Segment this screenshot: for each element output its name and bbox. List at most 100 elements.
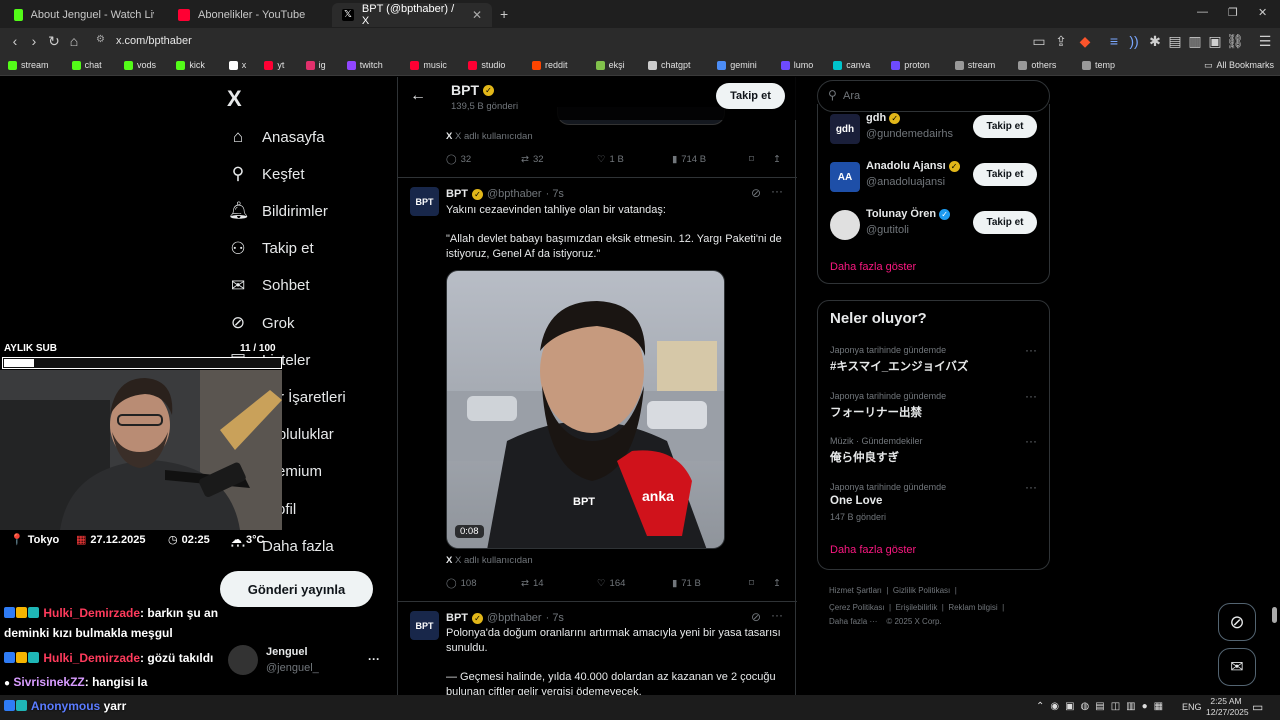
tweet-handle[interactable]: @bpthaber — [487, 188, 542, 200]
bookmark-item[interactable]: ekşi — [595, 58, 625, 72]
bookmark-item[interactable]: chat — [71, 58, 102, 72]
grok-fab[interactable]: ⊘ — [1218, 603, 1256, 641]
close-window-button[interactable]: ✕ — [1258, 6, 1267, 19]
accessibility-link[interactable]: Erişilebilirlik — [896, 603, 938, 612]
bookmark-item[interactable]: yt — [264, 58, 284, 72]
bookmark-item[interactable]: proton — [891, 58, 930, 72]
reload-icon[interactable]: ↻ — [45, 32, 63, 50]
account-name-row[interactable]: gdh ✓ — [866, 112, 901, 124]
nav-item-ke-fet[interactable]: ⚲ Keşfet — [228, 164, 305, 184]
scrollbar-thumb[interactable] — [1272, 607, 1277, 623]
trends-show-more[interactable]: Daha fazla göster — [830, 544, 916, 556]
bookmark-item[interactable]: chatgpt — [648, 58, 691, 72]
clock[interactable]: 2:25 AM 12/27/2025 — [1206, 696, 1249, 717]
trend-more-icon[interactable]: ··· — [1025, 389, 1037, 403]
sidebar-toggle-icon[interactable]: ▤ — [1166, 32, 1184, 50]
privacy-link[interactable]: Gizlilik Politikası — [893, 586, 950, 595]
reply-button[interactable]: ◯ 108 — [446, 578, 477, 589]
tweet-avatar[interactable]: BPT — [410, 187, 439, 216]
bookmark-item[interactable]: stream — [8, 58, 49, 72]
account-handle[interactable]: @anadoluajansi — [866, 176, 945, 188]
post-button[interactable]: Gönderi yayınla — [220, 571, 373, 607]
nav-item-grok[interactable]: ⊘ Grok — [228, 313, 295, 333]
avatar[interactable]: AA — [830, 162, 860, 192]
ads-info-link[interactable]: Reklam bilgisi — [948, 603, 997, 612]
reply-button[interactable]: ◯ 32 — [446, 154, 471, 165]
trend-title[interactable]: #キスマイ_エンジョイバズ — [830, 358, 968, 374]
trend-title[interactable]: フォーリナー出禁 — [830, 404, 922, 420]
address-bar[interactable]: ⚙ x.com/bpthaber — [90, 31, 1100, 51]
nav-item-bildirimler[interactable]: 🔔︎ Bildirimler — [228, 201, 328, 221]
nav-item-sohbet[interactable]: ✉ Sohbet — [228, 276, 310, 296]
follow-button[interactable]: Takip et — [716, 83, 785, 109]
cookie-link[interactable]: Çerez Politikası — [829, 603, 885, 612]
tweet-author[interactable]: BPT — [446, 188, 468, 200]
views-button[interactable]: ▮ 714 B — [672, 154, 706, 165]
tweet-more-icon[interactable]: ··· — [771, 184, 783, 198]
link-icon[interactable]: ⛓ — [1226, 32, 1244, 50]
account-handle[interactable]: @gutitoli — [866, 224, 909, 236]
back-icon[interactable]: ‹ — [6, 32, 24, 50]
new-tab-button[interactable]: + — [500, 6, 508, 22]
brave-shield-icon[interactable]: ◆ — [1076, 32, 1094, 50]
bookmark-item[interactable]: stream — [954, 58, 995, 72]
repost-button[interactable]: ⇄ 32 — [521, 154, 544, 165]
account-name-row[interactable]: Tolunay Ören ✓ — [866, 208, 951, 220]
more-link[interactable]: Daha fazla ··· — [829, 617, 877, 626]
tab-kick[interactable]: About Jenguel - Watch Live on Kick — [4, 3, 164, 27]
tweet-avatar[interactable]: BPT — [410, 611, 439, 640]
tab-x[interactable]: 𝕏 BPT (@bpthaber) / X ✕ — [332, 3, 492, 27]
avatar[interactable] — [228, 645, 258, 675]
bookmark-item[interactable]: temp — [1082, 58, 1115, 72]
minimize-button[interactable]: — — [1197, 6, 1208, 18]
tweet-time[interactable]: · 7s — [546, 188, 564, 200]
nav-item-anasayfa[interactable]: ⌂ Anasayfa — [228, 127, 325, 147]
bookmark-item[interactable]: music — [410, 58, 447, 72]
bookmark-item[interactable]: vods — [124, 58, 156, 72]
tweet-video[interactable]: anka BPT 0:08 — [446, 270, 725, 549]
trend-more-icon[interactable]: ··· — [1025, 480, 1037, 494]
bookmark-item[interactable]: lumo — [780, 58, 813, 72]
avatar[interactable]: gdh — [830, 114, 860, 144]
tweet-more-icon[interactable]: ··· — [771, 608, 783, 622]
follow-button[interactable]: Takip et — [973, 163, 1037, 186]
trend-title[interactable]: One Love — [830, 495, 882, 507]
account-more-icon[interactable]: ··· — [368, 652, 380, 666]
x-logo-icon[interactable]: X — [227, 86, 242, 112]
avatar[interactable] — [830, 210, 860, 240]
bookmark-item[interactable]: others — [1018, 58, 1056, 72]
home-browser-icon[interactable]: ⌂ — [65, 32, 83, 50]
wallet-icon[interactable]: ▣ — [1206, 32, 1224, 50]
tab-youtube[interactable]: Abonelikler - YouTube — [168, 3, 328, 27]
share-button[interactable]: ↥ — [773, 154, 781, 165]
menu-lines-icon[interactable]: ≡ — [1105, 32, 1123, 50]
nav-item-takip-et[interactable]: ⚇ Takip et — [228, 239, 313, 259]
account-handle[interactable]: @gundemedairhs — [866, 128, 953, 140]
like-button[interactable]: ♡ 164 — [597, 578, 625, 589]
terms-link[interactable]: Hizmet Şartları — [829, 586, 882, 595]
like-button[interactable]: ♡ 1 B — [597, 154, 624, 165]
share-button[interactable]: ↥ — [773, 578, 781, 589]
bookmark-item[interactable]: kick — [176, 58, 205, 72]
audio-icon[interactable]: )) — [1125, 32, 1143, 50]
all-bookmarks[interactable]: ▭ All Bookmarks — [1204, 58, 1274, 72]
tweet-handle[interactable]: @bpthaber — [487, 612, 542, 624]
bookmark-item[interactable]: gemini — [717, 58, 757, 72]
menu-icon[interactable]: ☰ — [1256, 32, 1274, 50]
site-settings-icon[interactable]: ⚙ — [96, 34, 105, 45]
account-name-row[interactable]: Anadolu Ajansı ✓ — [866, 160, 960, 172]
bookmark-item[interactable]: studio — [468, 58, 505, 72]
bookmark-item[interactable]: canva — [833, 58, 870, 72]
tweet-author[interactable]: BPT — [446, 612, 468, 624]
repost-button[interactable]: ⇄ 14 — [521, 578, 544, 589]
share-icon[interactable]: ⇪ — [1052, 32, 1070, 50]
bookmark-item[interactable]: ig — [305, 58, 326, 72]
grok-icon[interactable]: ⊘ — [751, 186, 761, 200]
bookmark-item[interactable]: x — [228, 58, 246, 72]
close-tab-icon[interactable]: ✕ — [472, 8, 482, 22]
show-more-link[interactable]: Daha fazla göster — [830, 261, 916, 273]
bookmark-item[interactable]: twitch — [346, 58, 383, 72]
notification-icon[interactable]: ▭ — [1252, 700, 1263, 714]
trend-more-icon[interactable]: ··· — [1025, 434, 1037, 448]
grok-icon[interactable]: ⊘ — [751, 610, 761, 624]
